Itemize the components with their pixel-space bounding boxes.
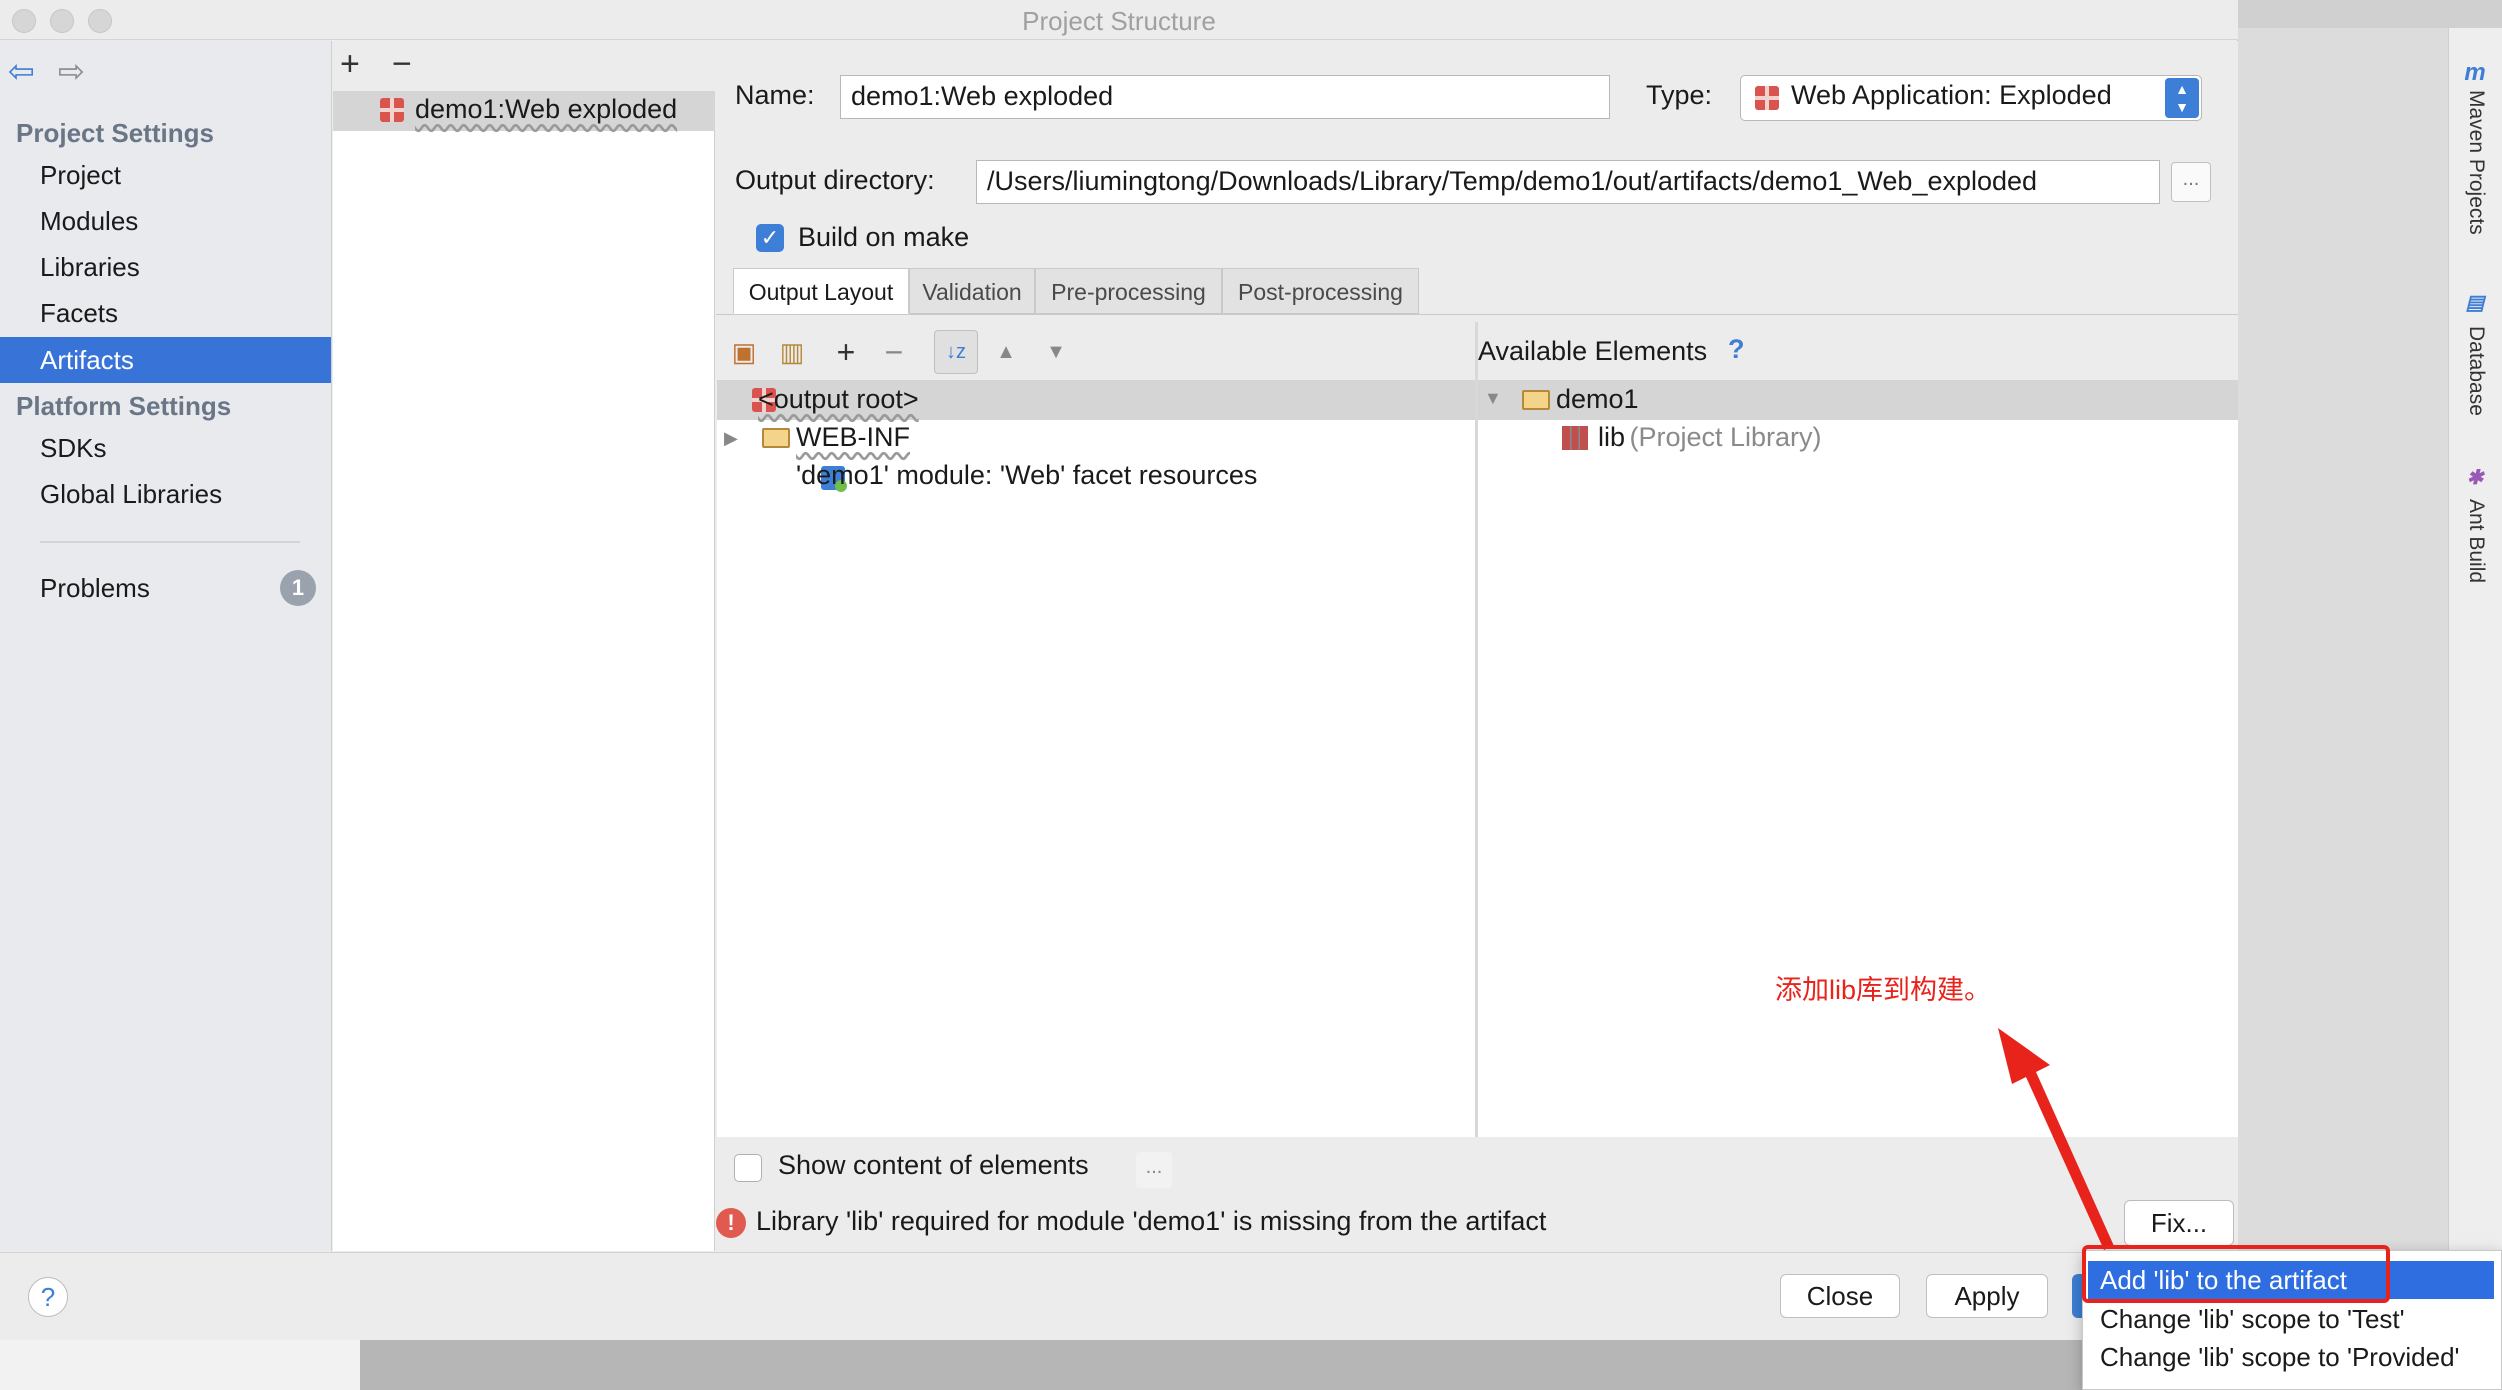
- ant-build-tool[interactable]: ✱ Ant Build: [2452, 465, 2498, 605]
- window-title: Project Structure: [1022, 6, 1216, 36]
- menu-item-scope-test[interactable]: Change 'lib' scope to 'Test': [2088, 1300, 2502, 1338]
- database-label: Database: [2465, 326, 2488, 416]
- create-archive-icon[interactable]: ▥: [776, 336, 808, 368]
- name-label: Name:: [735, 80, 815, 110]
- tree-row-web-inf[interactable]: WEB-INF: [796, 422, 910, 453]
- sidebar-item-facets[interactable]: Facets: [0, 293, 331, 333]
- output-root-label: <output root>: [758, 384, 919, 414]
- sidebar-item-libraries[interactable]: Libraries: [0, 247, 331, 287]
- folder-icon: [762, 428, 790, 448]
- maven-projects-label: Maven Projects: [2465, 90, 2488, 235]
- add-artifact-button[interactable]: +: [340, 44, 360, 84]
- tab-post-processing[interactable]: Post-processing: [1222, 268, 1419, 314]
- lib-label: lib: [1598, 422, 1626, 452]
- back-arrow-icon[interactable]: ⇦: [8, 52, 35, 90]
- database-tool[interactable]: ▤ Database: [2452, 290, 2498, 440]
- expand-triangle-icon[interactable]: ▶: [724, 428, 738, 449]
- select-arrows-icon: ▲ ▼: [2165, 78, 2199, 118]
- close-button[interactable]: Close: [1780, 1274, 1900, 1318]
- sidebar-item-sdks[interactable]: SDKs: [0, 428, 331, 468]
- create-directory-icon[interactable]: ▣: [728, 336, 760, 368]
- tab-output-layout[interactable]: Output Layout: [733, 268, 909, 314]
- tab-validation[interactable]: Validation: [909, 268, 1035, 314]
- show-content-label: Show content of elements: [778, 1150, 1089, 1180]
- dialog-button-bar: [0, 1252, 2238, 1340]
- build-on-make-label: Build on make: [798, 222, 970, 252]
- web-app-icon: [1755, 86, 1779, 110]
- type-select-value: Web Application: Exploded: [1791, 80, 2112, 110]
- maven-icon: m: [2464, 59, 2486, 86]
- sidebar-item-global-libraries[interactable]: Global Libraries: [0, 474, 331, 514]
- tree-row-lib[interactable]: lib (Project Library): [1598, 422, 1822, 453]
- background-window-titlebar: [2238, 0, 2502, 28]
- sidebar-item-modules[interactable]: Modules: [0, 201, 331, 241]
- apply-button[interactable]: Apply: [1926, 1274, 2048, 1318]
- show-content-options-button[interactable]: ...: [1136, 1152, 1172, 1188]
- sort-elements-icon[interactable]: ↓z: [934, 330, 978, 374]
- fix-button[interactable]: Fix...: [2124, 1200, 2234, 1246]
- platform-settings-header: Platform Settings: [16, 391, 232, 421]
- maven-projects-tool[interactable]: m Maven Projects: [2452, 60, 2498, 320]
- artifact-icon: [380, 98, 404, 122]
- available-elements-header: Available Elements: [1478, 336, 1708, 366]
- background-bottom-panel: [360, 1340, 2240, 1390]
- sidebar-item-artifacts[interactable]: Artifacts: [0, 337, 331, 383]
- artifact-list-item-label: demo1:Web exploded: [415, 94, 678, 124]
- annotation-text: 添加lib库到构建。: [1775, 975, 1992, 1005]
- tree-row-facet-resources[interactable]: 'demo1' module: 'Web' facet resources: [796, 460, 1257, 491]
- move-down-icon[interactable]: ▼: [1040, 336, 1072, 368]
- tab-pre-processing[interactable]: Pre-processing: [1035, 268, 1222, 314]
- problems-count-badge: 1: [280, 570, 316, 606]
- name-field[interactable]: demo1:Web exploded: [840, 75, 1610, 119]
- available-elements-help-icon[interactable]: ?: [1728, 334, 1745, 365]
- sidebar-item-project[interactable]: Project: [0, 155, 331, 195]
- output-directory-field[interactable]: /Users/liumingtong/Downloads/Library/Tem…: [976, 160, 2160, 204]
- help-button[interactable]: ?: [28, 1277, 68, 1317]
- artifacts-list-panel: [333, 41, 715, 1251]
- title-bar: Project Structure: [0, 0, 2238, 40]
- annotation-arrow: [1998, 1028, 2114, 1250]
- remove-element-icon[interactable]: −: [878, 336, 910, 368]
- build-on-make-checkbox[interactable]: ✓: [756, 224, 784, 252]
- error-message: Library 'lib' required for module 'demo1…: [756, 1206, 1547, 1236]
- sidebar-divider: [40, 541, 300, 543]
- move-up-icon[interactable]: ▲: [990, 336, 1022, 368]
- collapse-triangle-icon[interactable]: ▼: [1484, 388, 1502, 409]
- database-icon: ▤: [2465, 292, 2485, 314]
- library-icon: [1562, 426, 1588, 450]
- ant-build-label: Ant Build: [2465, 499, 2488, 584]
- lib-suffix: (Project Library): [1629, 422, 1822, 452]
- show-content-checkbox[interactable]: [734, 1154, 762, 1182]
- output-layout-tree: [717, 380, 1475, 1137]
- type-select[interactable]: Web Application: Exploded ▲ ▼: [1740, 75, 2202, 121]
- remove-artifact-button[interactable]: −: [392, 44, 412, 84]
- project-settings-header: Project Settings: [16, 118, 214, 148]
- demo1-label: demo1: [1556, 384, 1639, 414]
- browse-button[interactable]: ...: [2171, 162, 2211, 202]
- add-element-icon[interactable]: +: [830, 336, 862, 368]
- annotation-highlight-box: [2082, 1245, 2390, 1303]
- forward-arrow-icon[interactable]: ⇨: [58, 52, 85, 90]
- output-directory-label: Output directory:: [735, 165, 935, 195]
- ant-icon: ✱: [2466, 467, 2484, 489]
- folder-icon: [1522, 390, 1550, 410]
- menu-item-scope-provided[interactable]: Change 'lib' scope to 'Provided': [2088, 1338, 2502, 1376]
- error-icon: !: [716, 1208, 746, 1238]
- artifacts-toolbar: [333, 41, 715, 91]
- type-label: Type:: [1646, 80, 1713, 110]
